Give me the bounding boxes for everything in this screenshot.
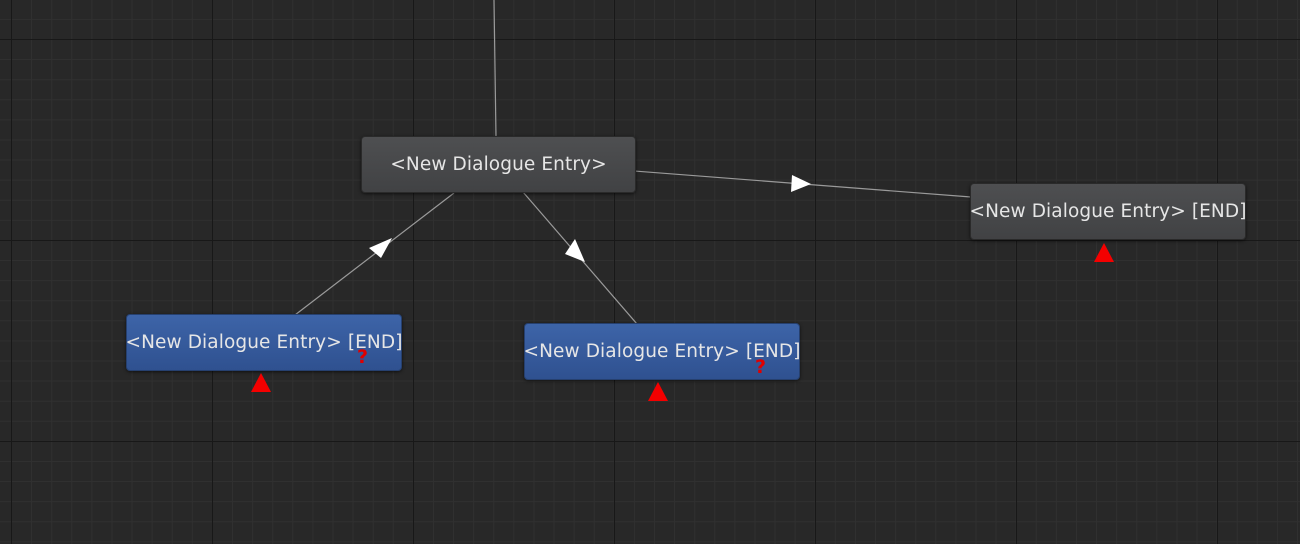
node-title: <New Dialogue Entry> [390,154,607,175]
link-line-root-to-end-left[interactable] [294,192,455,316]
node-title: <New Dialogue Entry> [END] [969,201,1247,222]
node-links [294,0,972,325]
dialogue-node-end-right[interactable]: <New Dialogue Entry> [END] [969,183,1247,240]
question-mark-icon: ? [357,346,369,368]
warning-triangle-icon [648,382,668,401]
link-arrow-icon[interactable] [791,175,811,192]
incoming-link-line[interactable] [493,0,497,138]
dialogue-graph-canvas[interactable]: <New Dialogue Entry> <New Dialogue Entry… [0,0,1300,544]
dialogue-node-root[interactable]: <New Dialogue Entry> [361,136,636,193]
link-arrow-icon[interactable] [565,239,585,262]
warning-triangle-icon [251,373,271,392]
warning-triangle-icon [1094,243,1114,262]
question-mark-icon: ? [755,356,767,378]
